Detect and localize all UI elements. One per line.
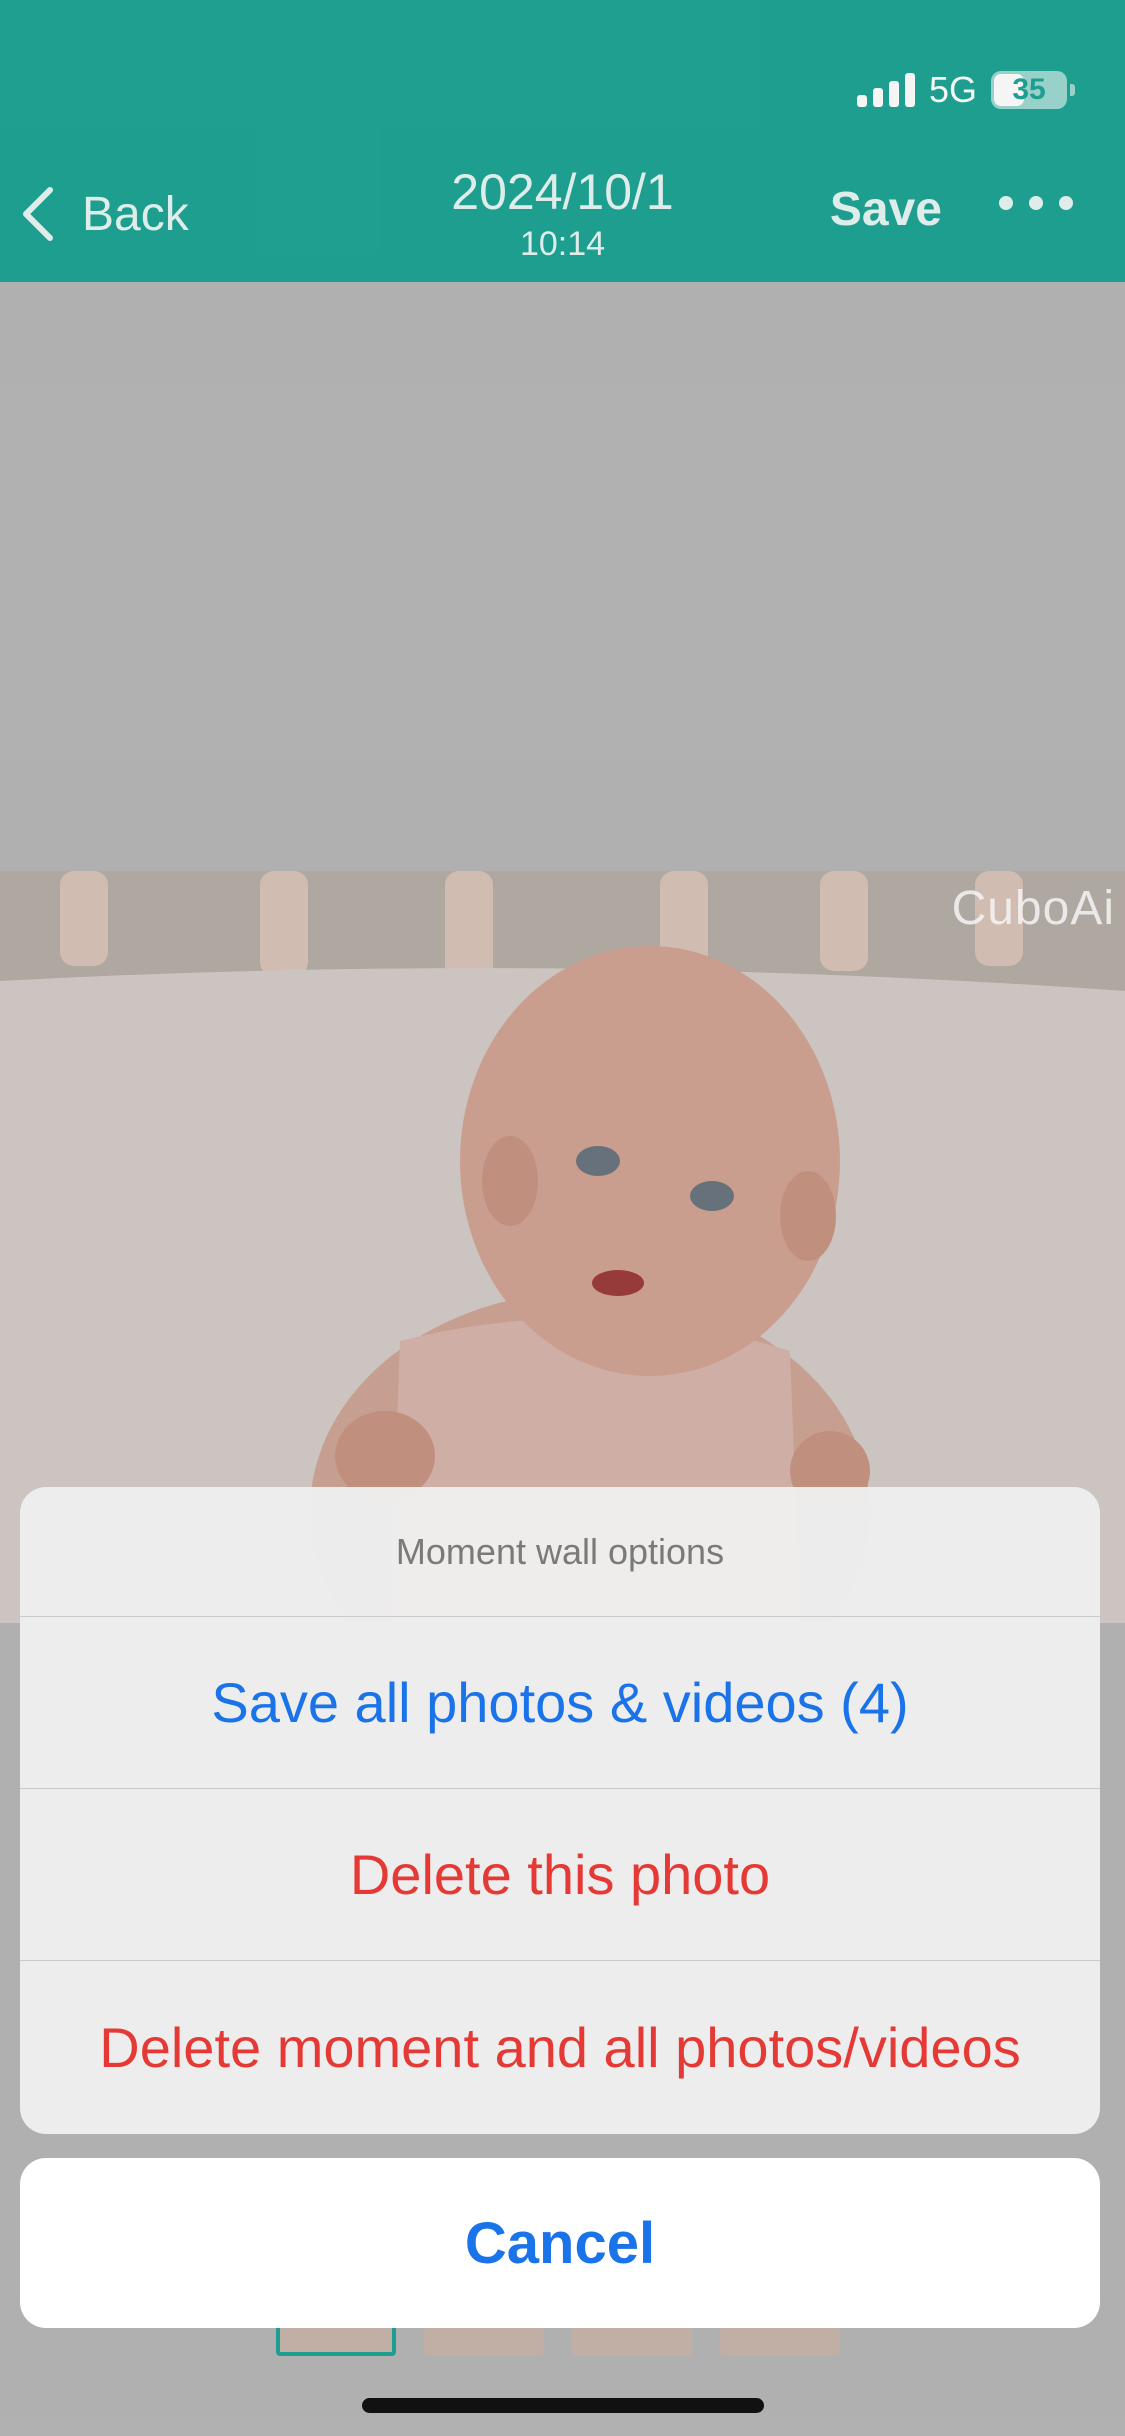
save-all-button[interactable]: Save all photos & videos (4)	[20, 1617, 1100, 1789]
action-sheet: Moment wall options Save all photos & vi…	[20, 1487, 1100, 2134]
cancel-button[interactable]: Cancel	[20, 2158, 1100, 2328]
delete-moment-button[interactable]: Delete moment and all photos/videos	[20, 1961, 1100, 2133]
delete-photo-button[interactable]: Delete this photo	[20, 1789, 1100, 1961]
home-indicator	[362, 2398, 764, 2413]
action-sheet-title: Moment wall options	[20, 1487, 1100, 1617]
